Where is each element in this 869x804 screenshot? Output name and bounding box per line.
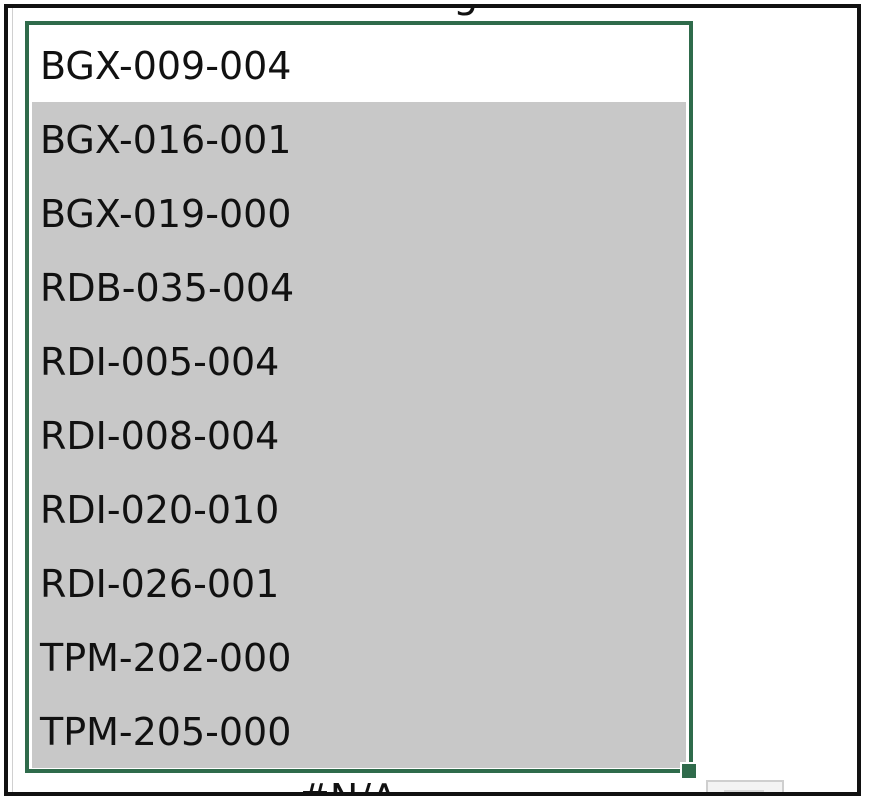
cell[interactable]: BGX-016-001: [32, 102, 686, 176]
cell-active[interactable]: BGX-009-004: [32, 28, 686, 102]
cell[interactable]: RDI-026-001: [32, 546, 686, 620]
quick-analysis-button[interactable]: [706, 780, 784, 792]
cell[interactable]: RDI-005-004: [32, 324, 686, 398]
cell-below-selection[interactable]: #N/A: [298, 778, 397, 792]
cell[interactable]: RDI-020-010: [32, 472, 686, 546]
column-header-fragment: g: [453, 8, 503, 24]
cell[interactable]: RDI-008-004: [32, 398, 686, 472]
cell[interactable]: BGX-019-000: [32, 176, 686, 250]
cell[interactable]: TPM-205-000: [32, 694, 686, 768]
cell[interactable]: TPM-202-000: [32, 620, 686, 694]
spreadsheet-frame: g BGX-009-004 BGX-016-001 BGX-019-000 RD…: [4, 4, 861, 796]
selected-range[interactable]: BGX-009-004 BGX-016-001 BGX-019-000 RDB-…: [32, 28, 686, 768]
fill-handle[interactable]: [680, 762, 698, 780]
quick-analysis-icon: [724, 790, 764, 792]
cell[interactable]: RDB-035-004: [32, 250, 686, 324]
gridline: [12, 8, 13, 792]
